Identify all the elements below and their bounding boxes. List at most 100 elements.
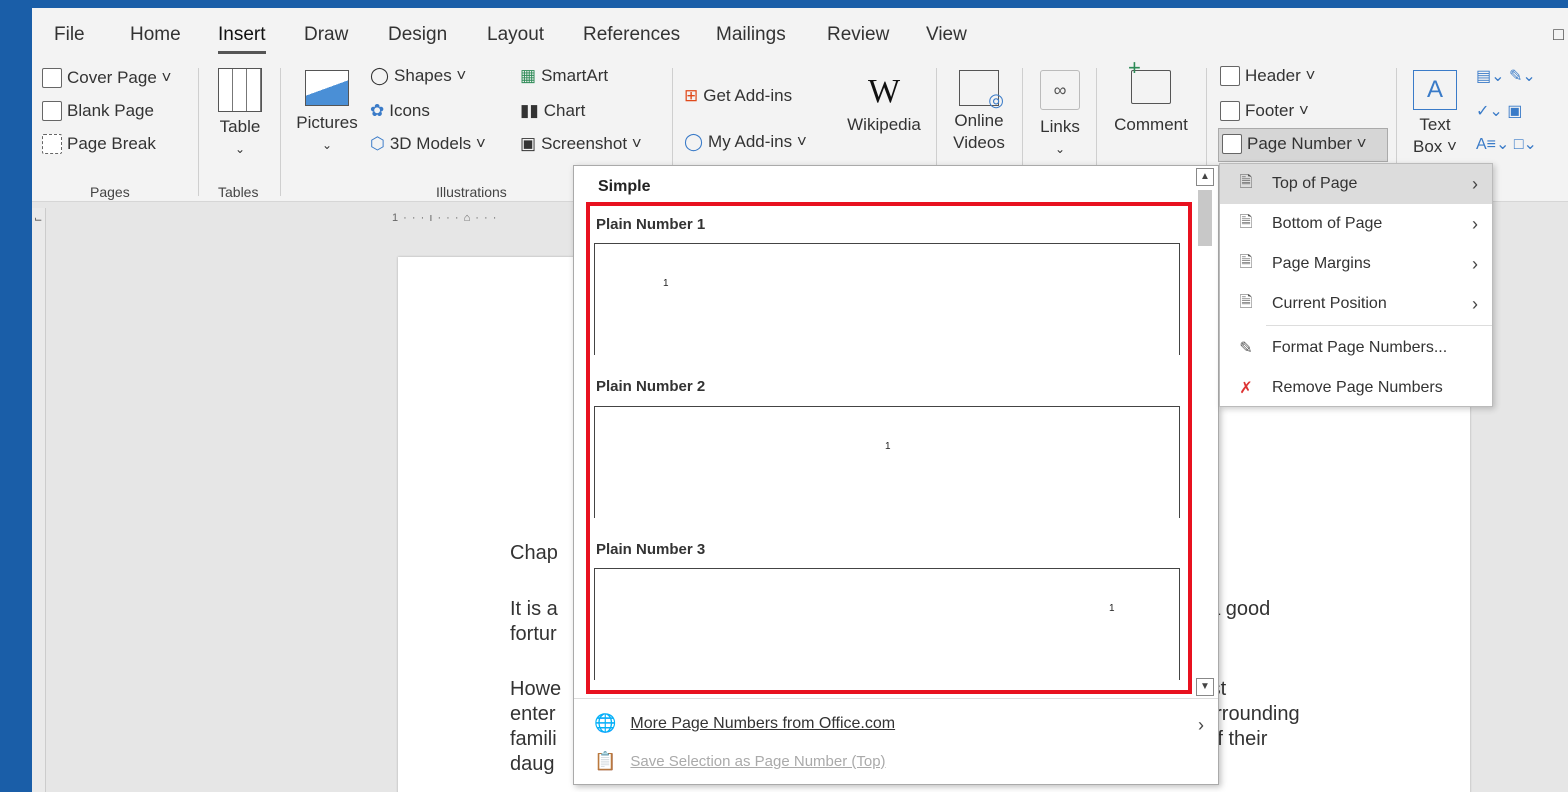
blank-page-button[interactable]: Blank Page [42, 101, 154, 121]
blank-page-icon [42, 101, 62, 121]
globe-icon: 🌐 [594, 713, 617, 733]
more-page-numbers-item[interactable]: 🌐 More Page Numbers from Office.com [594, 713, 895, 734]
links-button[interactable]: ∞ Links ⌄ [1032, 70, 1088, 160]
page-number-gallery: Simple Plain Number 1 1 Plain Number 2 1… [573, 165, 1219, 785]
chevron-right-icon: › [1198, 715, 1204, 735]
tab-home[interactable]: Home [130, 24, 181, 46]
footer-button[interactable]: Footer ˅ [1220, 101, 1309, 121]
gallery-item-title: Plain Number 1 [596, 216, 706, 233]
tab-view[interactable]: View [926, 24, 967, 46]
smartart-icon: ▦ [520, 66, 537, 85]
3d-models-button[interactable]: ⬡ 3D Models ˅ [370, 134, 486, 154]
cover-page-button[interactable]: Cover Page ˅ [42, 68, 171, 88]
remove-page-numbers-icon: ✗ [1239, 380, 1253, 397]
pictures-icon [305, 70, 349, 106]
save-selection-icon: 📋 [594, 751, 617, 771]
page-top-icon: 🗎 [1239, 173, 1253, 191]
comment-button[interactable]: + Comment [1106, 57, 1196, 136]
divider [280, 68, 281, 196]
pictures-button[interactable]: Pictures ⌄ [292, 70, 362, 156]
scroll-thumb[interactable] [1198, 190, 1212, 246]
word-window: File Home Insert Draw Design Layout Refe… [32, 8, 1568, 792]
gallery-item-plain-number-1[interactable]: 1 [594, 243, 1180, 355]
page-number-preview: 1 [1109, 603, 1115, 614]
page-number-icon [1222, 134, 1242, 154]
menu-item-remove-page-numbers[interactable]: ✗ Remove Page Numbers [1220, 368, 1492, 408]
wordart-icon[interactable]: ✓⌄ ▣ [1476, 101, 1522, 121]
shapes-button[interactable]: ◯ Shapes ˅ [370, 66, 466, 86]
store-icon: ⊞ [684, 86, 699, 105]
add-ins-icon: ◯ [684, 132, 704, 151]
divider [198, 68, 199, 196]
tab-stop-selector-icon[interactable]: ⌙ [34, 214, 44, 225]
format-page-numbers-icon: ✎ [1239, 340, 1253, 357]
smartart-button[interactable]: ▦ SmartArt [520, 66, 608, 86]
page-number-preview: 1 [885, 441, 891, 452]
chart-icon: ▮▮ [520, 101, 539, 120]
tab-references[interactable]: References [583, 24, 680, 46]
wikipedia-button[interactable]: W Wikipedia [840, 70, 928, 136]
gallery-item-plain-number-3[interactable]: 1 [594, 568, 1180, 680]
menu-item-current-position[interactable]: 🗎 Current Position › [1220, 284, 1492, 324]
table-button[interactable]: Table ⌄ [214, 68, 266, 160]
my-add-ins-button[interactable]: ◯ My Add-ins ˅ [684, 132, 807, 152]
text-box-button[interactable]: A Text Box ˅ [1408, 70, 1462, 158]
gallery-scrollbar[interactable]: ▲ ▼ [1196, 168, 1216, 696]
chevron-right-icon: › [1472, 213, 1478, 234]
page-margins-icon: 🗎 [1239, 253, 1253, 271]
current-position-icon: 🗎 [1239, 293, 1253, 311]
shapes-icon: ◯ [370, 66, 390, 85]
drop-cap-icon[interactable]: A≡⌄ □⌄ [1476, 134, 1537, 154]
gallery-item-plain-number-2[interactable]: 1 [594, 406, 1180, 518]
text-box-icon: A [1413, 70, 1457, 110]
menu-item-bottom-of-page[interactable]: 🗎 Bottom of Page › [1220, 204, 1492, 244]
scroll-up-icon[interactable]: ▲ [1196, 168, 1214, 186]
header-icon [1220, 66, 1240, 86]
tab-design[interactable]: Design [388, 24, 447, 46]
tab-draw[interactable]: Draw [304, 24, 348, 46]
chevron-right-icon: › [1472, 173, 1478, 194]
quick-parts-icon[interactable]: ▤⌄ ✎⌄ [1476, 66, 1536, 86]
table-icon [218, 68, 262, 112]
page-number-button[interactable]: Page Number ˅ [1222, 134, 1367, 154]
3d-models-icon: ⬡ [370, 134, 385, 153]
page-break-button[interactable]: Page Break [42, 134, 156, 154]
chevron-right-icon: › [1472, 253, 1478, 274]
header-button[interactable]: Header ˅ [1220, 66, 1315, 86]
tab-insert[interactable]: Insert [218, 24, 266, 54]
footer-icon [1220, 101, 1240, 121]
cover-page-icon [42, 68, 62, 88]
tab-layout[interactable]: Layout [487, 24, 544, 46]
ribbon-tabs: File Home Insert Draw Design Layout Refe… [32, 8, 1568, 60]
chevron-right-icon: › [1472, 293, 1478, 314]
page-number-menu: 🗎 Top of Page › 🗎 Bottom of Page › 🗎 Pag… [1219, 163, 1493, 407]
doc-paragraph-1: It is a fortur [510, 598, 558, 645]
scroll-down-icon[interactable]: ▼ [1196, 678, 1214, 696]
menu-item-page-margins[interactable]: 🗎 Page Margins › [1220, 244, 1492, 284]
group-label-pages: Pages [90, 184, 130, 200]
page-break-icon [42, 134, 62, 154]
doc-paragraph-2: Howe enter famili daug [510, 678, 562, 775]
tab-mailings[interactable]: Mailings [716, 24, 786, 46]
online-videos-button[interactable]: ◎ Online Videos [944, 70, 1014, 154]
get-add-ins-button[interactable]: ⊞ Get Add-ins [684, 86, 792, 106]
icons-icon: ✿ [370, 101, 385, 120]
group-label-tables: Tables [218, 184, 259, 200]
page-bottom-icon: 🗎 [1239, 213, 1253, 231]
menu-item-format-page-numbers[interactable]: ✎ Format Page Numbers... [1220, 328, 1492, 368]
tab-review[interactable]: Review [827, 24, 889, 46]
group-label-illustrations: Illustrations [436, 184, 507, 200]
screenshot-button[interactable]: ▣ Screenshot ˅ [520, 134, 642, 154]
icons-button[interactable]: ✿ Icons [370, 101, 430, 121]
chart-button[interactable]: ▮▮ Chart [520, 101, 585, 121]
menu-item-top-of-page[interactable]: 🗎 Top of Page › [1220, 164, 1492, 204]
link-icon: ∞ [1040, 70, 1080, 110]
online-videos-icon: ◎ [959, 70, 1004, 110]
tab-file[interactable]: File [54, 24, 85, 46]
screenshot-icon: ▣ [520, 134, 537, 153]
comments-icon[interactable]: □ [1553, 24, 1564, 45]
menu-divider [1266, 325, 1492, 326]
gallery-item-title: Plain Number 2 [596, 378, 706, 395]
new-comment-icon: + [1128, 57, 1171, 104]
vertical-ruler [32, 208, 46, 792]
